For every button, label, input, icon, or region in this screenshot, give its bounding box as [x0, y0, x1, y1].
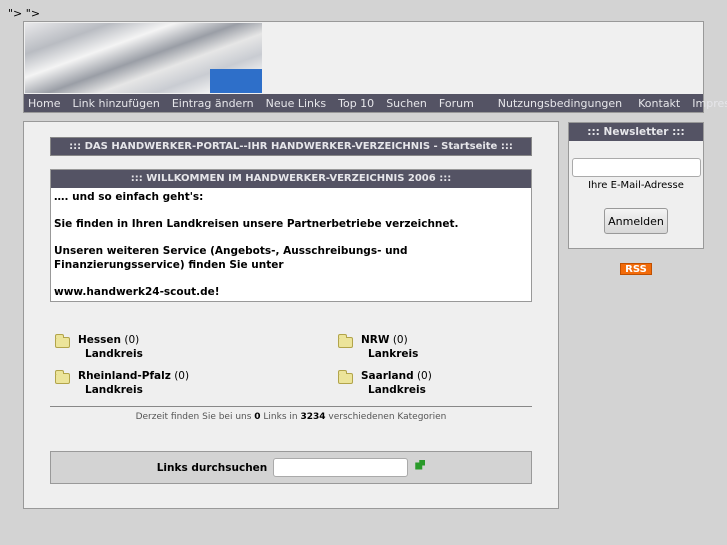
category-link[interactable]: Hessen: [78, 334, 121, 346]
subcategory-link[interactable]: Landkreis: [85, 348, 143, 360]
rss-button[interactable]: RSS: [620, 263, 652, 275]
nav-nutzungsbedingungen[interactable]: Nutzungsbedingungen: [498, 97, 622, 110]
welcome-line: …. und so einfach geht's:: [54, 191, 204, 203]
go-arrow-icon[interactable]: [415, 459, 426, 470]
main-panel: ::: DAS HANDWERKER-PORTAL--IHR HANDWERKE…: [23, 121, 559, 509]
nav-home[interactable]: Home: [28, 97, 60, 110]
nav-link-hinzufuegen[interactable]: Link hinzufügen: [72, 97, 159, 110]
welcome-line: Sie finden in Ihren Landkreisen unsere P…: [54, 218, 459, 230]
stats-text: Derzeit finden Sie bei uns 0 Links in 32…: [135, 412, 447, 422]
folder-icon: [338, 370, 353, 384]
category-count: (0): [124, 334, 140, 346]
subcategory-link[interactable]: Landkreis: [368, 384, 426, 396]
nav-kontakt[interactable]: Kontakt: [638, 97, 680, 110]
nav-top10[interactable]: Top 10: [338, 97, 374, 110]
nav-neue-links[interactable]: Neue Links: [266, 97, 327, 110]
search-input[interactable]: [273, 458, 409, 477]
category-link[interactable]: Rheinland-Pfalz: [78, 370, 171, 382]
welcome-title: ::: WILLKOMMEN IM HANDWERKER-VERZEICHNIS…: [51, 170, 531, 188]
welcome-line: Finanzierungsservice) finden Sie unter: [54, 259, 284, 271]
search-label: Links durchsuchen: [156, 461, 268, 474]
nav-impressum[interactable]: Impressum: [692, 97, 727, 110]
category-count: (0): [174, 370, 190, 382]
email-hint: Ihre E-Mail-Adresse: [588, 180, 684, 191]
welcome-link[interactable]: www.handwerk24-scout.de!: [54, 285, 528, 299]
stray-text: "> ">: [8, 7, 41, 20]
welcome-line: Unseren weiteren Service (Angebots-, Aus…: [54, 245, 408, 257]
folder-icon: [338, 334, 353, 348]
nav-forum[interactable]: Forum: [439, 97, 474, 110]
subcategory-link[interactable]: Lankreis: [368, 348, 418, 360]
welcome-box: ::: WILLKOMMEN IM HANDWERKER-VERZEICHNIS…: [50, 169, 532, 302]
nav-suchen[interactable]: Suchen: [386, 97, 427, 110]
divider: [50, 406, 532, 407]
search-box: Links durchsuchen: [50, 451, 532, 484]
page-title: ::: DAS HANDWERKER-PORTAL--IHR HANDWERKE…: [50, 137, 532, 156]
subcategory-link[interactable]: Landkreis: [85, 384, 143, 396]
banner-image: [25, 23, 262, 93]
folder-icon: [55, 370, 70, 384]
folder-icon: [55, 334, 70, 348]
nav-eintrag-aendern[interactable]: Eintrag ändern: [172, 97, 254, 110]
category-link[interactable]: Saarland: [361, 370, 414, 382]
nav-bar: Home Link hinzufügen Eintrag ändern Neue…: [24, 94, 727, 112]
category-count: (0): [392, 334, 408, 346]
category-link[interactable]: NRW: [361, 334, 389, 346]
newsletter-title: ::: Newsletter :::: [569, 123, 703, 141]
newsletter-panel: ::: Newsletter ::: Ihre E-Mail-Adresse A…: [568, 122, 704, 249]
email-input[interactable]: [572, 158, 701, 177]
header: Home Link hinzufügen Eintrag ändern Neue…: [23, 21, 727, 113]
category-count: (0): [416, 370, 432, 382]
subscribe-button[interactable]: Anmelden: [604, 208, 668, 234]
